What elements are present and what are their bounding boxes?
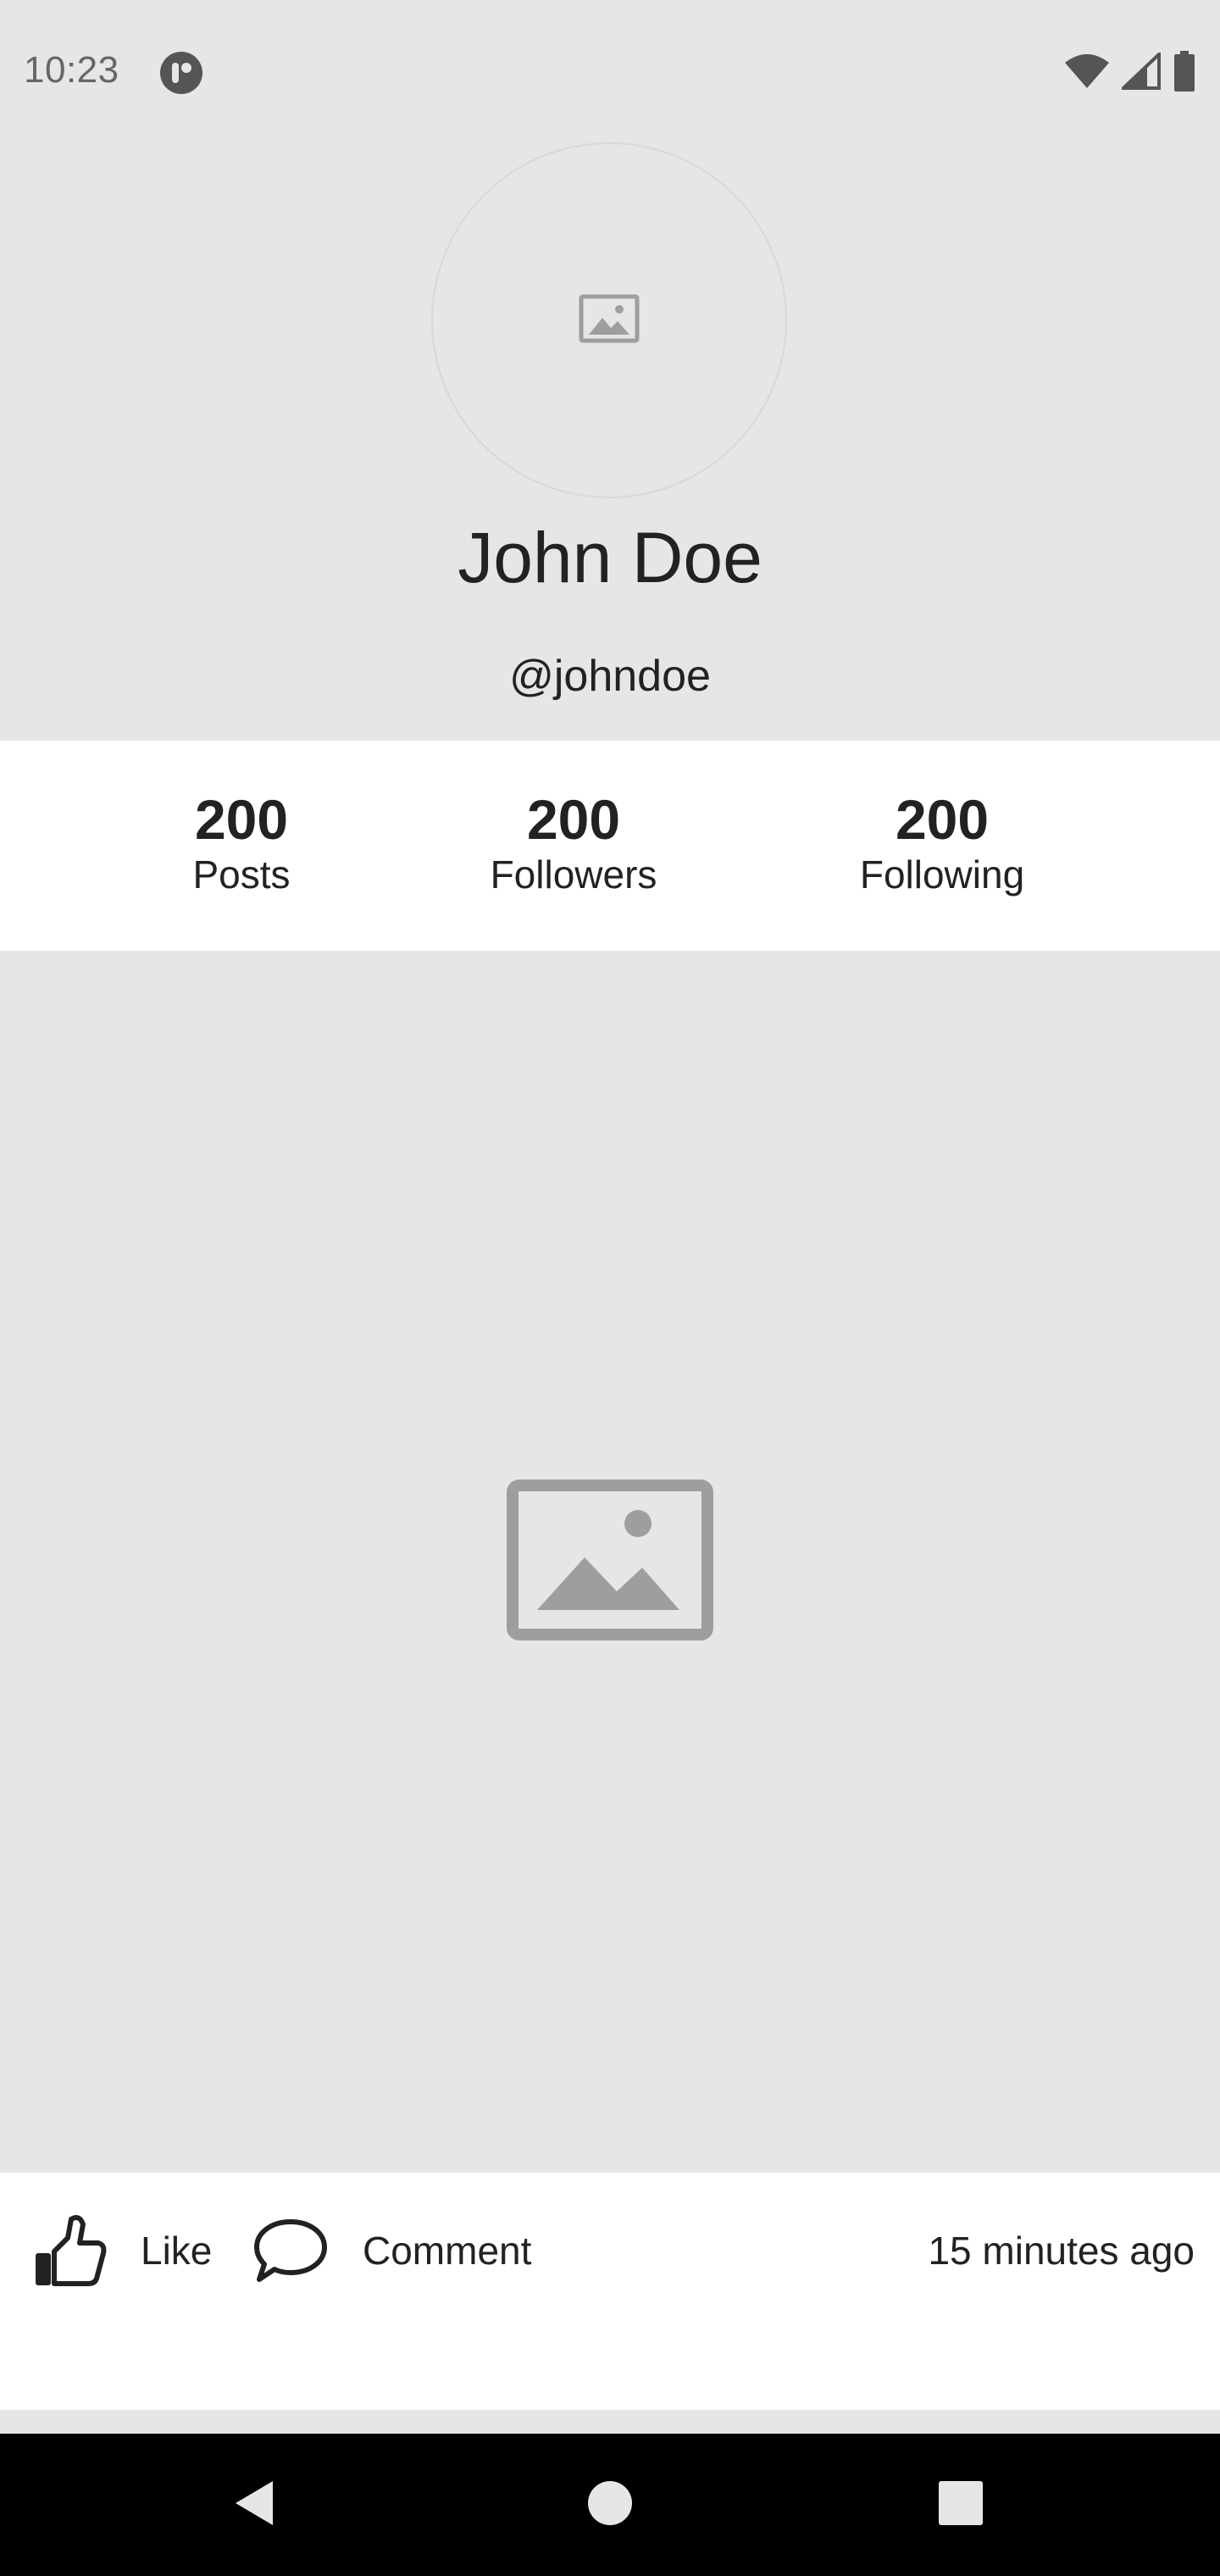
stat-label: Followers	[490, 852, 657, 897]
like-button[interactable]: Like	[32, 2208, 212, 2293]
post-timestamp: 15 minutes ago	[928, 2229, 1195, 2273]
stat-value: 200	[895, 788, 990, 851]
image-placeholder-icon	[579, 294, 640, 347]
profile-stats: 200 Posts 200 Followers 200 Following	[0, 741, 1220, 951]
battery-icon	[1173, 50, 1196, 96]
stat-label: Following	[859, 852, 1025, 897]
stat-posts[interactable]: 200 Posts	[89, 790, 394, 900]
profile-name: John Doe	[458, 518, 762, 597]
stat-value: 200	[194, 788, 289, 851]
profile-avatar[interactable]	[431, 142, 787, 498]
speech-bubble-icon	[252, 2217, 329, 2285]
post-divider	[0, 2410, 1220, 2434]
cellular-signal-icon	[1119, 49, 1161, 94]
status-icons	[1064, 49, 1196, 96]
recents-icon	[938, 2480, 984, 2530]
comment-button[interactable]: Comment	[252, 2208, 531, 2293]
post-image[interactable]	[0, 951, 1220, 2173]
stat-followers[interactable]: 200 Followers	[421, 790, 726, 900]
stat-following[interactable]: 200 Following	[790, 790, 1095, 900]
nav-recents-button[interactable]	[918, 2462, 1003, 2547]
profile-handle: @johndoe	[509, 652, 711, 701]
stat-label: Posts	[192, 852, 291, 897]
stat-value: 200	[526, 788, 621, 851]
thumbs-up-icon	[32, 2212, 107, 2289]
image-placeholder-icon	[507, 1479, 713, 1645]
wifi-icon	[1064, 53, 1110, 94]
nav-back-button[interactable]	[212, 2462, 297, 2547]
status-bar: 10:23	[0, 0, 1220, 144]
like-label: Like	[141, 2229, 213, 2273]
nav-home-button[interactable]	[568, 2462, 652, 2547]
app-notification-icon	[159, 51, 203, 95]
status-time: 10:23	[24, 49, 119, 91]
comment-label: Comment	[363, 2229, 532, 2273]
post-actions: Like Comment 15 minutes ago	[0, 2173, 1220, 2410]
back-icon	[232, 2479, 276, 2531]
home-icon	[587, 2480, 633, 2530]
system-nav-bar	[0, 2434, 1220, 2576]
